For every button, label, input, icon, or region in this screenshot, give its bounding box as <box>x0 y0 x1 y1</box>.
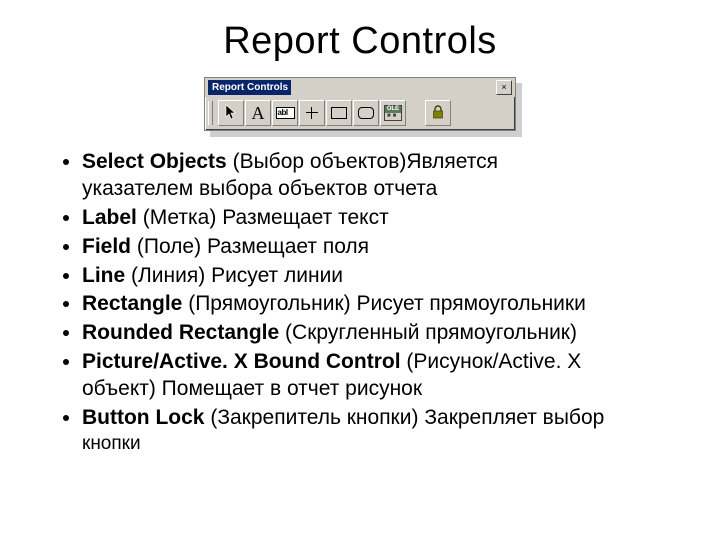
toolbar-titlebar: Report Controls × <box>205 78 515 97</box>
item-desc: Рисует прямоугольники <box>356 292 585 315</box>
item-desc-cont: объект) Помещает в отчет рисунок <box>82 376 672 403</box>
lock-icon <box>432 105 444 122</box>
button-lock-button[interactable] <box>425 100 451 126</box>
item-name: Rectangle <box>82 292 182 315</box>
item-desc-cont: указателем выбора объектов отчета <box>82 176 672 203</box>
item-desc-cont: кнопки <box>82 432 672 456</box>
item-paren: (Выбор объектов) <box>233 150 407 173</box>
item-paren: (Скругленный прямоугольник) <box>285 321 577 344</box>
item-paren: (Поле) <box>137 235 201 258</box>
item-paren: (Линия) <box>131 264 205 287</box>
line-cross-icon <box>304 105 320 121</box>
item-paren: (Метка) <box>143 206 217 229</box>
toolbar-grip <box>208 101 213 125</box>
list-item: Picture/Active. X Bound Control (Рисунок… <box>82 349 672 403</box>
page-title: Report Controls <box>48 20 672 63</box>
list-item: Rounded Rectangle (Скругленный прямоугол… <box>82 320 672 347</box>
item-name: Picture/Active. X Bound Control <box>82 350 401 373</box>
item-desc: Является <box>406 150 498 173</box>
textbox-icon: abl <box>276 107 295 119</box>
rectangle-icon <box>331 107 347 119</box>
item-name: Label <box>82 206 137 229</box>
rectangle-button[interactable] <box>326 100 352 126</box>
list-item: Select Objects (Выбор объектов)Является … <box>82 149 672 203</box>
description-list: Select Objects (Выбор объектов)Является … <box>48 149 672 456</box>
picture-ole-button[interactable]: OLE <box>380 100 406 126</box>
list-item: Label (Метка) Размещает текст <box>82 205 672 232</box>
item-desc: Рисует линии <box>211 264 343 287</box>
list-item: Line (Линия) Рисует линии <box>82 263 672 290</box>
label-button[interactable]: A <box>245 100 271 126</box>
list-item: Field (Поле) Размещает поля <box>82 234 672 261</box>
report-controls-toolbar: Report Controls × A abl <box>204 77 516 131</box>
cursor-arrow-icon <box>224 104 238 123</box>
line-button[interactable] <box>299 100 325 126</box>
list-item: Button Lock (Закрепитель кнопки) Закрепл… <box>82 405 672 456</box>
rounded-rectangle-button[interactable] <box>353 100 379 126</box>
item-name: Rounded Rectangle <box>82 321 279 344</box>
item-name: Button Lock <box>82 406 204 429</box>
select-objects-button[interactable] <box>218 100 244 126</box>
rounded-rectangle-icon <box>358 107 374 119</box>
field-button[interactable]: abl <box>272 100 298 126</box>
item-name: Select Objects <box>82 150 227 173</box>
item-desc: Закрепляет выбор <box>424 406 604 429</box>
close-icon[interactable]: × <box>496 80 512 95</box>
item-name: Line <box>82 264 125 287</box>
item-paren: (Прямоугольник) <box>188 292 350 315</box>
item-paren: (Закрепитель кнопки) <box>210 406 418 429</box>
item-desc: Размещает поля <box>207 235 369 258</box>
letter-a-icon: A <box>252 104 265 122</box>
item-name: Field <box>82 235 131 258</box>
toolbar-title: Report Controls <box>208 80 291 95</box>
list-item: Rectangle (Прямоугольник) Рисует прямоуг… <box>82 291 672 318</box>
item-desc: Размещает текст <box>222 206 389 229</box>
toolbar-figure: Report Controls × A abl <box>48 77 672 131</box>
toolbar-buttons: A abl OLE <box>205 97 515 130</box>
ole-picture-icon: OLE <box>384 105 402 121</box>
item-paren: (Рисунок/Active. X <box>406 350 581 373</box>
